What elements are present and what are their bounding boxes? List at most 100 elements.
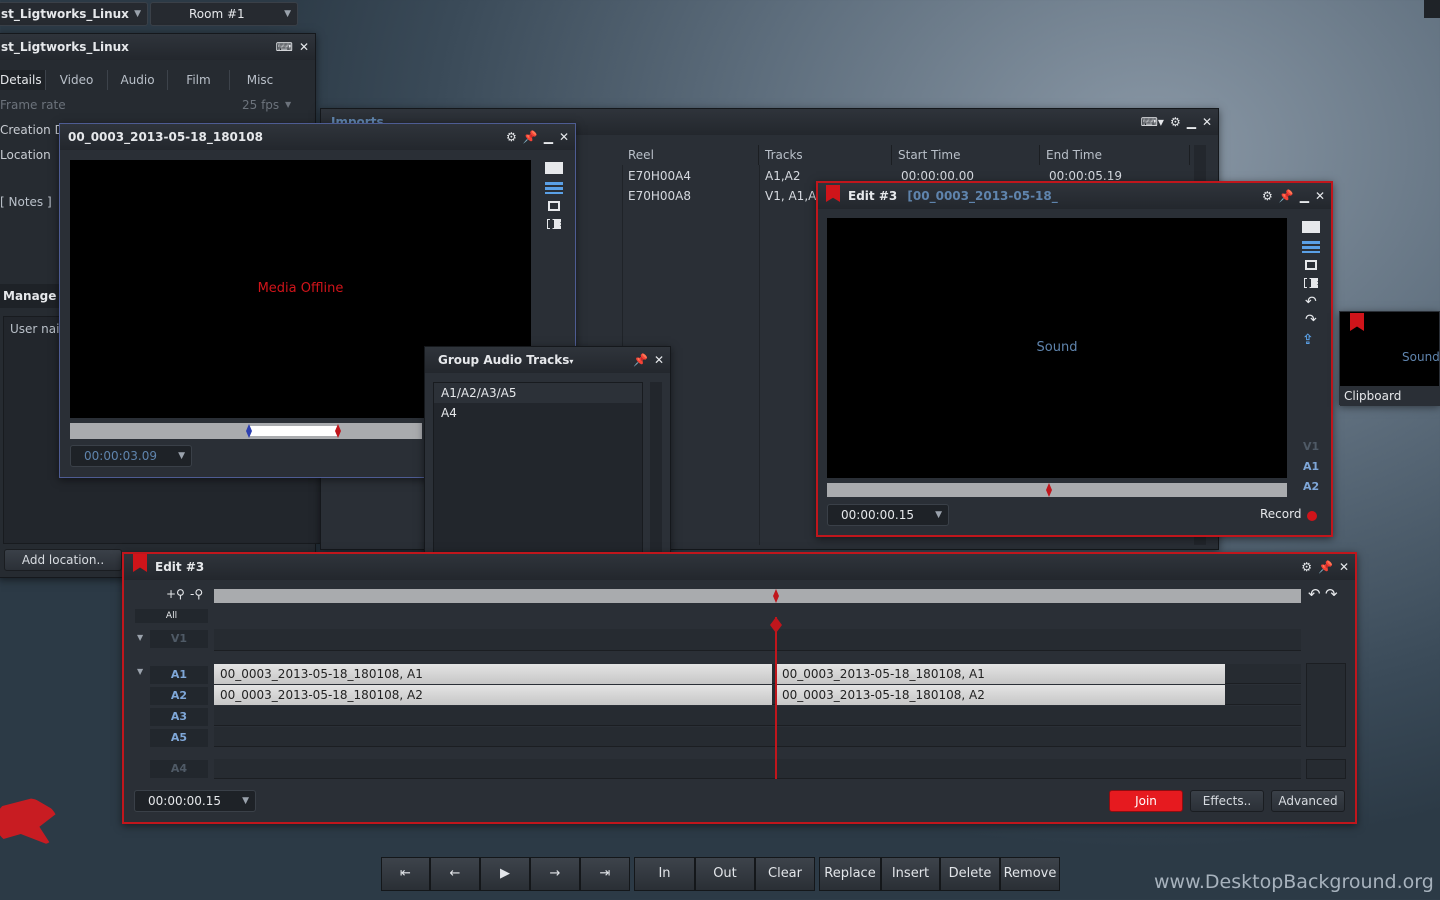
top-right-tab[interactable]	[1424, 0, 1440, 18]
record-indicator-icon[interactable]	[1307, 511, 1317, 521]
list-icon[interactable]	[1302, 241, 1320, 253]
group-audio-item[interactable]: A1/A2/A3/A5	[434, 383, 642, 403]
track-a2-button[interactable]: A2	[150, 687, 208, 705]
clip-a2-right[interactable]: 00_0003_2013-05-18_180108, A2	[776, 685, 1225, 705]
folder-icon[interactable]	[1302, 221, 1320, 233]
track-a4-button[interactable]: A4	[150, 760, 208, 778]
tab-details[interactable]: Details	[0, 70, 46, 90]
effects-button[interactable]: Effects..	[1190, 790, 1264, 812]
column-reel[interactable]: Reel	[622, 145, 759, 165]
undo-icon[interactable]: ↶	[1308, 585, 1321, 603]
track-a5-button[interactable]: A5	[150, 729, 208, 747]
minimize-icon[interactable]: ▁	[544, 131, 553, 143]
step-forward-button[interactable]: →	[530, 857, 580, 891]
track-a2-label[interactable]: A2	[1303, 480, 1319, 493]
keyboard-icon[interactable]: ⌨▾	[1141, 116, 1164, 128]
pin-icon[interactable]: 📌	[1279, 190, 1294, 202]
gear-icon[interactable]: ⚙	[506, 131, 517, 143]
record-label[interactable]: Record	[1260, 507, 1301, 521]
minimize-icon[interactable]: ▁	[1187, 116, 1196, 128]
frame-icon[interactable]	[548, 201, 560, 211]
frame-icon[interactable]	[1305, 260, 1317, 270]
gear-icon[interactable]: ⚙	[1262, 190, 1273, 202]
playhead-marker[interactable]	[1046, 483, 1052, 497]
clear-button[interactable]: Clear	[755, 857, 815, 891]
pin-icon[interactable]: 📌	[633, 354, 648, 366]
chevron-down-icon[interactable]: ▼	[137, 633, 143, 642]
track-v1-button[interactable]: V1	[150, 630, 208, 648]
replace-button[interactable]: Replace	[819, 857, 881, 891]
frame-rate-value[interactable]: 25 fps	[242, 98, 279, 112]
column-end-time[interactable]: End Time	[1040, 145, 1190, 165]
track-a5-row[interactable]	[214, 727, 1301, 747]
playhead-line[interactable]	[775, 617, 777, 779]
track-v1-row[interactable]	[214, 629, 1301, 651]
step-back-button[interactable]: ←	[430, 857, 480, 891]
join-button[interactable]: Join	[1109, 790, 1183, 812]
column-tracks[interactable]: Tracks	[759, 145, 892, 165]
out-button[interactable]: Out	[695, 857, 755, 891]
gear-icon[interactable]: ⚙	[1301, 561, 1312, 573]
add-location-button[interactable]: Add location..	[4, 549, 122, 571]
redo-icon[interactable]: ↷	[1325, 585, 1338, 603]
track-a3-row[interactable]	[214, 706, 1301, 726]
all-tracks-button[interactable]: All	[135, 609, 208, 623]
insert-button[interactable]: Insert	[881, 857, 940, 891]
tab-video[interactable]: Video	[46, 70, 108, 90]
zoom-out-icon[interactable]: -⚲	[190, 587, 203, 601]
pin-icon[interactable]: 📌	[1318, 561, 1333, 573]
clip-a1-right[interactable]: 00_0003_2013-05-18_180108, A1	[776, 664, 1225, 684]
in-button[interactable]: In	[634, 857, 695, 891]
chevron-down-icon[interactable]: ▼	[137, 667, 143, 676]
minimize-icon[interactable]: ▁	[1300, 190, 1309, 202]
column-start-time[interactable]: Start Time	[892, 145, 1040, 165]
close-icon[interactable]: ✕	[299, 41, 309, 53]
clip-a2-left[interactable]: 00_0003_2013-05-18_180108, A2	[214, 685, 772, 705]
gear-icon[interactable]: ⚙	[1170, 116, 1181, 128]
close-icon[interactable]: ✕	[654, 354, 664, 366]
clip-a1-left[interactable]: 00_0003_2013-05-18_180108, A1	[214, 664, 772, 684]
keyboard-icon[interactable]: ⌨	[276, 41, 293, 53]
go-to-start-button[interactable]: ⇤	[381, 857, 430, 891]
tab-audio[interactable]: Audio	[108, 70, 168, 90]
list-icon[interactable]	[545, 182, 563, 194]
undo-icon[interactable]: ↶	[1305, 294, 1317, 310]
timeline-timecode[interactable]: 00:00:00.15 ▼	[134, 790, 256, 812]
play-button[interactable]: ▶	[480, 857, 530, 891]
overlay-icon[interactable]	[547, 219, 561, 229]
tab-film[interactable]: Film	[168, 70, 230, 90]
clipboard-panel[interactable]: Sound Clipboard	[1339, 311, 1440, 406]
track-a1-button[interactable]: A1	[150, 666, 208, 684]
close-icon[interactable]: ✕	[1315, 190, 1325, 202]
source-scrubber[interactable]	[70, 423, 422, 439]
go-to-end-button[interactable]: ⇥	[580, 857, 630, 891]
track-a1-label[interactable]: A1	[1303, 460, 1319, 473]
track-a3-button[interactable]: A3	[150, 708, 208, 726]
pin-icon[interactable]: 📌	[523, 131, 538, 143]
overlay-icon[interactable]	[1304, 278, 1318, 288]
export-icon[interactable]: ⇪	[1302, 332, 1314, 348]
track-a4-row[interactable]	[214, 759, 1301, 779]
delete-button[interactable]: Delete	[940, 857, 1000, 891]
record-timecode[interactable]: 00:00:00.15 ▼	[827, 504, 949, 526]
clipboard-status: Sound	[1402, 350, 1440, 364]
folder-icon[interactable]	[545, 162, 563, 174]
group-audio-item[interactable]: A4	[434, 403, 642, 423]
notes-button[interactable]: [ Notes ]	[0, 195, 52, 209]
playhead-marker[interactable]	[773, 589, 779, 603]
advanced-button[interactable]: Advanced	[1271, 790, 1345, 812]
close-icon[interactable]: ✕	[1339, 561, 1349, 573]
track-v1-label[interactable]: V1	[1303, 440, 1319, 453]
record-video-area[interactable]: Sound	[827, 218, 1287, 478]
timeline-ruler[interactable]	[214, 589, 1301, 603]
project-dropdown[interactable]: st_Ligtworks_Linux ▼	[0, 2, 148, 26]
remove-button[interactable]: Remove	[1000, 857, 1060, 891]
zoom-in-icon[interactable]: +⚲	[166, 587, 185, 601]
source-timecode[interactable]: 00:00:03.09 ▼	[70, 445, 192, 467]
tab-misc[interactable]: Misc	[230, 70, 290, 90]
redo-icon[interactable]: ↷	[1305, 312, 1317, 328]
record-scrubber[interactable]	[827, 483, 1287, 497]
close-icon[interactable]: ✕	[559, 131, 569, 143]
room-dropdown[interactable]: Room #1 ▼	[150, 2, 298, 26]
close-icon[interactable]: ✕	[1202, 116, 1212, 128]
